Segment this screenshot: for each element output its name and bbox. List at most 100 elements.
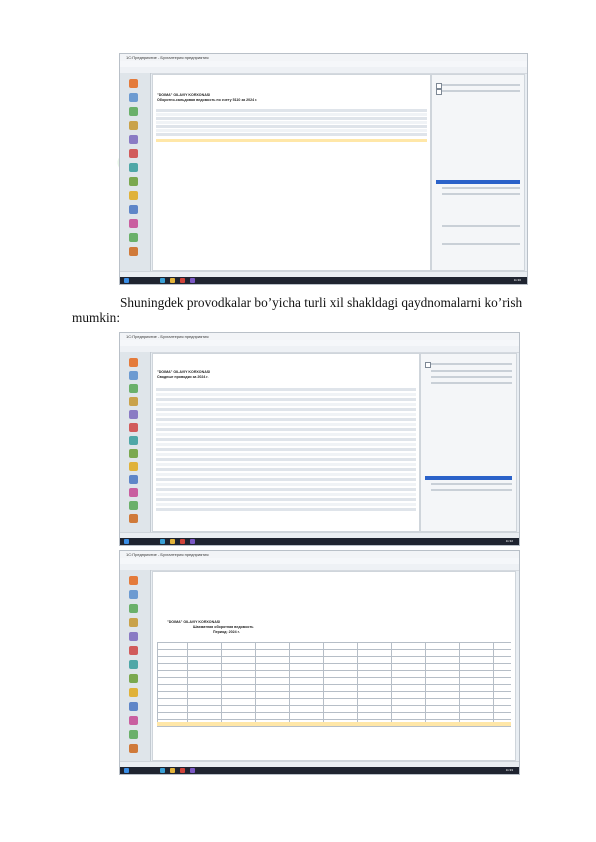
sidebar-icon[interactable] — [129, 397, 138, 406]
report-title: Сводные проводки за 2024 г. — [157, 375, 209, 379]
app-icon[interactable] — [180, 539, 185, 544]
sidebar-icon[interactable] — [129, 219, 138, 228]
browser-icon[interactable] — [160, 768, 165, 773]
sidebar-icon[interactable] — [129, 514, 138, 523]
sidebar-icon[interactable] — [129, 475, 138, 484]
settings-panel[interactable] — [420, 353, 517, 532]
browser-icon[interactable] — [160, 278, 165, 283]
sidebar-icon[interactable] — [129, 121, 138, 130]
grid-line — [157, 684, 511, 685]
sidebar-icon[interactable] — [129, 149, 138, 158]
selected-grouping-row[interactable] — [425, 476, 512, 480]
clock: 11:32 — [505, 539, 513, 543]
sidebar-icon[interactable] — [129, 744, 138, 753]
sidebar-icon[interactable] — [129, 604, 138, 613]
app-icon[interactable] — [190, 768, 195, 773]
sidebar-icon[interactable] — [129, 79, 138, 88]
sidebar-icon[interactable] — [129, 135, 138, 144]
report-area: "DOIMA" OILAVIY KORXONASI Оборотно-сальд… — [152, 74, 431, 271]
folder-icon[interactable] — [170, 278, 175, 283]
table-row — [156, 468, 416, 471]
browser-icon[interactable] — [160, 539, 165, 544]
option-label — [431, 489, 512, 491]
screenshot-balance-sheet: 1С:Предприятие - Бухгалтерия предприятия… — [119, 53, 528, 285]
grid-line — [157, 698, 511, 699]
option-label — [431, 363, 512, 365]
toolbar[interactable] — [120, 67, 527, 74]
windows-taskbar[interactable]: 11:30 — [120, 277, 527, 284]
table-row — [156, 488, 416, 491]
sidebar-icon[interactable] — [129, 702, 138, 711]
screenshot-chess-sheet: 1С:Предприятие - Бухгалтерия предприятия… — [119, 550, 520, 775]
toolbar[interactable] — [120, 564, 519, 571]
sidebar-icon[interactable] — [129, 191, 138, 200]
start-icon[interactable] — [124, 539, 129, 544]
selected-grouping-row[interactable] — [436, 180, 520, 184]
sidebar-icon[interactable] — [129, 590, 138, 599]
section-sidebar[interactable] — [120, 352, 151, 533]
sidebar-icon[interactable] — [129, 384, 138, 393]
table-row — [156, 413, 416, 416]
table-row — [156, 453, 416, 456]
sidebar-icon[interactable] — [129, 107, 138, 116]
report-title: Шахматная оборотная ведомость — [193, 625, 254, 629]
window-title: 1С:Предприятие - Бухгалтерия предприятия — [126, 334, 209, 339]
sidebar-icon[interactable] — [129, 247, 138, 256]
sidebar-icon[interactable] — [129, 177, 138, 186]
table-row — [156, 133, 427, 136]
sidebar-icon[interactable] — [129, 436, 138, 445]
sidebar-icon[interactable] — [129, 205, 138, 214]
table-row — [156, 408, 416, 411]
sidebar-icon[interactable] — [129, 730, 138, 739]
folder-icon[interactable] — [170, 539, 175, 544]
app-icon[interactable] — [180, 768, 185, 773]
app-icon[interactable] — [190, 539, 195, 544]
sidebar-icon[interactable] — [129, 423, 138, 432]
report-subtitle: Период: 2024 г. — [213, 630, 240, 634]
section-sidebar[interactable] — [120, 570, 151, 762]
windows-taskbar[interactable]: 11:33 — [120, 767, 519, 774]
sidebar-icon[interactable] — [129, 93, 138, 102]
sidebar-icon[interactable] — [129, 674, 138, 683]
sidebar-icon[interactable] — [129, 410, 138, 419]
sidebar-icon[interactable] — [129, 233, 138, 242]
table-row — [156, 418, 416, 421]
app-icon[interactable] — [190, 278, 195, 283]
grid-line — [425, 642, 426, 726]
section-sidebar[interactable] — [120, 73, 151, 272]
sidebar-icon[interactable] — [129, 618, 138, 627]
screenshot-summary-entries: 1С:Предприятие - Бухгалтерия предприятия… — [119, 332, 520, 546]
settings-panel[interactable] — [431, 74, 525, 271]
windows-taskbar[interactable]: 11:32 — [120, 538, 519, 545]
grid-line — [221, 642, 222, 726]
app-icon[interactable] — [180, 278, 185, 283]
body-paragraph: Shuningdek provodkalar bo’yicha turli xi… — [120, 295, 523, 310]
sidebar-icon[interactable] — [129, 660, 138, 669]
sidebar-icon[interactable] — [129, 371, 138, 380]
folder-icon[interactable] — [170, 768, 175, 773]
table-total-row — [156, 139, 427, 142]
sidebar-icon[interactable] — [129, 358, 138, 367]
sidebar-icon[interactable] — [129, 163, 138, 172]
option-label — [442, 243, 520, 245]
sidebar-icon[interactable] — [129, 646, 138, 655]
grid-line — [157, 719, 511, 720]
sidebar-icon[interactable] — [129, 576, 138, 585]
toolbar[interactable] — [120, 346, 519, 353]
table-row — [156, 503, 416, 506]
grid-line — [157, 642, 511, 643]
table-header — [156, 109, 427, 112]
table-row — [156, 129, 427, 132]
sidebar-icon[interactable] — [129, 449, 138, 458]
sidebar-icon[interactable] — [129, 716, 138, 725]
table-row — [156, 478, 416, 481]
sidebar-icon[interactable] — [129, 632, 138, 641]
sidebar-icon[interactable] — [129, 501, 138, 510]
sidebar-icon[interactable] — [129, 462, 138, 471]
sidebar-icon[interactable] — [129, 688, 138, 697]
sidebar-icon[interactable] — [129, 488, 138, 497]
table-row — [156, 438, 416, 441]
start-icon[interactable] — [124, 768, 129, 773]
clock: 11:30 — [513, 278, 521, 282]
start-icon[interactable] — [124, 278, 129, 283]
